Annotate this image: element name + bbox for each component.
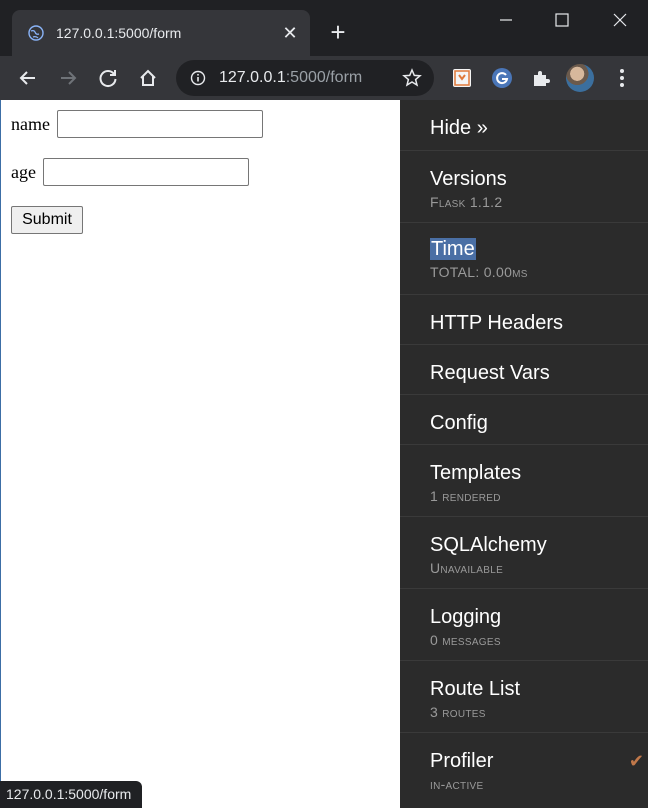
extension-icon[interactable] bbox=[450, 66, 474, 90]
menu-dots-icon[interactable] bbox=[610, 66, 634, 90]
address-url[interactable]: 127.0.0.1:5000/form bbox=[219, 69, 362, 87]
info-icon[interactable] bbox=[190, 70, 206, 86]
star-icon[interactable] bbox=[402, 68, 422, 88]
panel-subtitle: 0 messages bbox=[430, 632, 501, 648]
age-row: age bbox=[11, 158, 250, 186]
panel-route-list[interactable]: Route List 3 routes bbox=[400, 661, 648, 733]
panel-http-headers[interactable]: HTTP Headers bbox=[400, 295, 648, 345]
panel-subtitle: 1 rendered bbox=[430, 488, 501, 504]
debug-toolbar: Hide » Versions Flask 1.1.2 Time TOTAL: … bbox=[400, 100, 648, 808]
profile-avatar[interactable] bbox=[566, 64, 594, 92]
panel-profiler[interactable]: Profiler in-active ✔ bbox=[400, 733, 648, 808]
url-path: :5000/form bbox=[285, 69, 363, 86]
panel-title: Time bbox=[430, 238, 476, 260]
panel-subtitle: in-active bbox=[430, 776, 484, 792]
name-input[interactable] bbox=[57, 110, 264, 138]
profiler-toggle-check-icon[interactable]: ✔ bbox=[629, 751, 644, 772]
new-tab-button[interactable]: + bbox=[326, 19, 350, 45]
panel-request-vars[interactable]: Request Vars bbox=[400, 345, 648, 395]
panel-config[interactable]: Config bbox=[400, 395, 648, 445]
panel-sqlalchemy[interactable]: SQLAlchemy Unavailable bbox=[400, 517, 648, 589]
panel-templates[interactable]: Templates 1 rendered bbox=[400, 445, 648, 517]
panel-time[interactable]: Time TOTAL: 0.00ms bbox=[400, 223, 648, 295]
debug-hide-button[interactable]: Hide » bbox=[400, 100, 648, 151]
age-input[interactable] bbox=[43, 158, 250, 186]
globe-icon bbox=[28, 25, 44, 41]
maximize-icon[interactable] bbox=[548, 8, 576, 32]
address-bar[interactable]: 127.0.0.1:5000/form bbox=[176, 60, 434, 96]
panel-subtitle: Flask 1.1.2 bbox=[430, 194, 503, 210]
reload-icon[interactable] bbox=[94, 64, 122, 92]
url-host: 127.0.0.1 bbox=[219, 69, 286, 86]
page-content: name age Submit Hide » Versions Flask 1.… bbox=[0, 100, 648, 808]
panel-subtitle: 3 routes bbox=[430, 704, 486, 720]
back-arrow-icon[interactable] bbox=[14, 64, 42, 92]
name-row: name bbox=[11, 110, 264, 138]
panel-subtitle: Unavailable bbox=[430, 560, 504, 576]
panel-title: Templates bbox=[430, 462, 522, 484]
panel-logging[interactable]: Logging 0 messages bbox=[400, 589, 648, 661]
tab-close-icon[interactable]: ✕ bbox=[280, 23, 300, 43]
tab-title: 127.0.0.1:5000/form bbox=[56, 25, 182, 41]
browser-toolbar: 127.0.0.1:5000/form bbox=[0, 56, 648, 100]
name-label: name bbox=[11, 113, 50, 134]
submit-button[interactable]: Submit bbox=[11, 206, 83, 234]
puzzle-icon[interactable] bbox=[529, 66, 553, 90]
home-icon[interactable] bbox=[134, 64, 162, 92]
browser-tab[interactable]: 127.0.0.1:5000/form ✕ bbox=[12, 10, 310, 56]
panel-title: Profiler bbox=[430, 750, 494, 772]
google-g-icon[interactable] bbox=[490, 66, 514, 90]
status-url-bubble: 127.0.0.1:5000/form bbox=[0, 781, 143, 808]
panel-subtitle: TOTAL: 0.00ms bbox=[430, 264, 528, 280]
panel-versions[interactable]: Versions Flask 1.1.2 bbox=[400, 151, 648, 223]
hide-label: Hide » bbox=[430, 117, 488, 139]
panel-title: Request Vars bbox=[430, 362, 550, 384]
panel-title: Logging bbox=[430, 606, 502, 628]
panel-title: Route List bbox=[430, 678, 521, 700]
page-border bbox=[0, 100, 1, 808]
tab-strip: 127.0.0.1:5000/form ✕ + bbox=[0, 0, 648, 56]
forward-arrow-icon[interactable] bbox=[54, 64, 82, 92]
panel-title: SQLAlchemy bbox=[430, 534, 547, 556]
window-close-icon[interactable] bbox=[606, 8, 634, 32]
panel-title: HTTP Headers bbox=[430, 312, 564, 334]
panel-title: Config bbox=[430, 412, 488, 434]
age-label: age bbox=[11, 161, 36, 182]
minimize-icon[interactable] bbox=[492, 8, 520, 32]
panel-title: Versions bbox=[430, 168, 507, 190]
